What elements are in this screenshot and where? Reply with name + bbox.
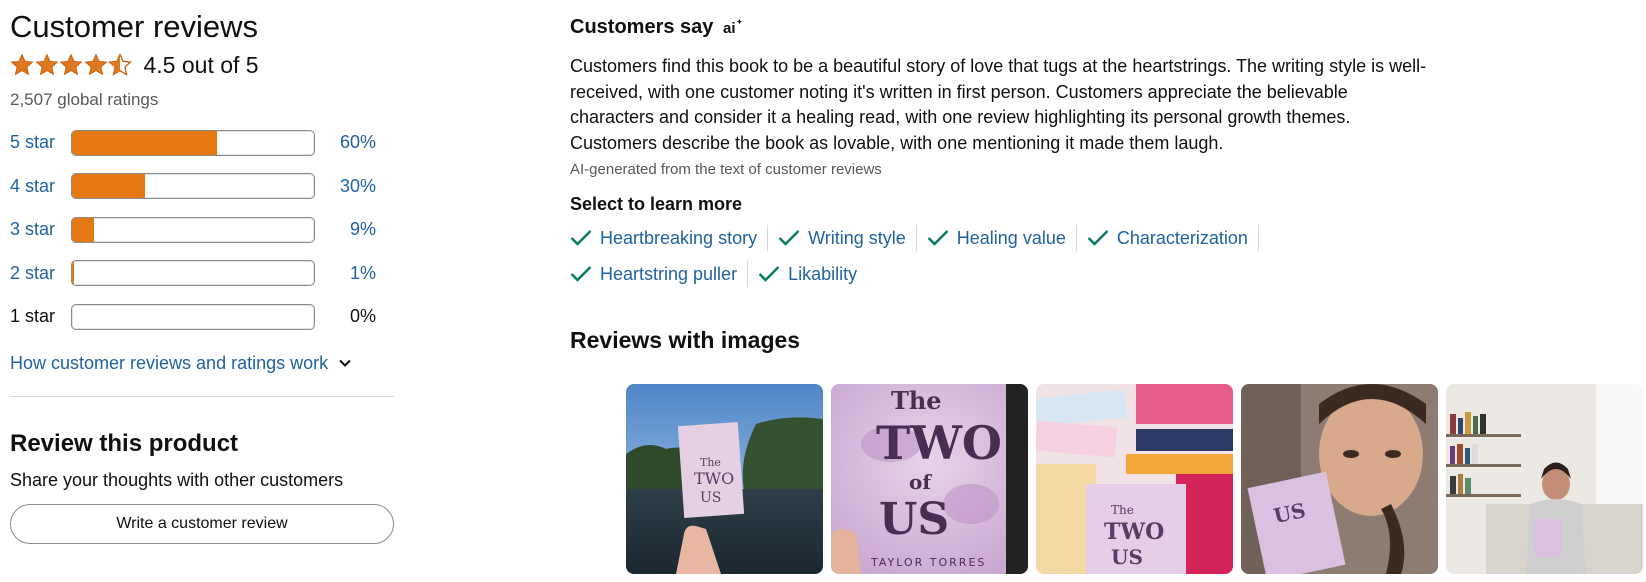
aspect-chip-label: Healing value [956,227,1066,248]
histogram-row[interactable]: 5 star 60% [10,121,394,165]
review-image-5[interactable] [1446,384,1643,574]
svg-text:The: The [1111,503,1134,517]
review-image-3[interactable]: The TWO US [1036,384,1233,574]
star-full-icon [10,53,34,76]
histogram-row[interactable]: 2 star 1% [10,252,394,296]
svg-text:US: US [879,494,949,545]
average-rating-text: 4.5 out of 5 [143,52,259,78]
average-stars [10,53,133,77]
histogram-bar [71,129,315,156]
checkmark-icon [1087,230,1109,246]
histogram-percent[interactable]: 30% [315,176,376,197]
svg-text:TAYLOR TORRES: TAYLOR TORRES [870,556,986,569]
customer-reviews-panel: Customer reviews 4.5 out of 5 2,507 glob… [10,0,394,544]
histogram-star-label[interactable]: 5 star [10,132,71,153]
aspect-chip[interactable]: Writing style [778,225,917,251]
histogram-percent[interactable]: 60% [315,132,376,153]
customers-say-heading: Customers say ai [570,14,1646,40]
histogram-percent[interactable]: 9% [315,219,376,240]
histogram-star-label[interactable]: 3 star [10,219,71,240]
svg-text:TWO: TWO [876,416,1002,470]
histogram-percent[interactable]: 1% [315,263,376,284]
reviews-with-images-title: Reviews with images [570,327,801,353]
aspect-chip-label: Writing style [808,227,906,248]
customers-say-title: Customers say [570,16,714,38]
checkmark-icon [570,266,592,282]
review-image-2[interactable]: The TWO of US TAYLOR TORRES [831,384,1028,574]
svg-text:US: US [1111,545,1143,569]
review-images-carousel: The TWO US The TWO of US TAYLOR TORRES T… [626,384,1646,574]
average-rating-row[interactable]: 4.5 out of 5 [10,51,394,79]
histogram-star-label[interactable]: 2 star [10,263,71,284]
aspect-chip[interactable]: Characterization [1087,225,1259,251]
checkmark-icon [778,230,800,246]
how-reviews-work-label: How customer reviews and ratings work [10,352,329,373]
select-to-learn-label: Select to learn more [570,194,743,214]
star-full-icon [35,53,58,76]
histogram-bar-fill [72,130,218,155]
checkmark-icon [927,230,949,246]
aspect-chip[interactable]: Heartbreaking story [570,225,769,251]
section-divider [10,395,394,397]
review-image-4[interactable]: US [1241,384,1438,574]
histogram-row[interactable]: 4 star 30% [10,165,394,209]
aspect-chip[interactable]: Healing value [927,225,1077,251]
aspect-chip-label: Characterization [1116,227,1248,248]
histogram-row[interactable]: 3 star 9% [10,208,394,252]
svg-text:ai: ai [723,20,736,37]
review-aspect-chips: Heartbreaking story Writing style Healing … [570,225,1330,297]
rating-histogram: 5 star 60% 4 star 30% 3 star 9% 2 star 1% 1 star… [10,121,394,339]
histogram-row: 1 star 0% [10,295,394,339]
aspect-chip[interactable]: Heartstring puller [570,261,749,287]
review-image-1[interactable]: The TWO US [626,384,823,574]
global-ratings-count: 2,507 global ratings [10,90,159,109]
review-product-subtitle: Share your thoughts with other customers [10,469,344,490]
histogram-star-label[interactable]: 4 star [10,176,71,197]
checkmark-icon [570,230,592,246]
svg-text:TWO: TWO [1104,519,1164,545]
chevron-down-icon [339,359,351,367]
ai-review-summary: Customers find this book to be a beautif… [570,56,1427,153]
histogram-bar-fill [72,261,75,286]
svg-text:TWO: TWO [694,469,734,488]
star-full-icon [59,53,83,76]
customer-reviews-title: Customer reviews [10,9,259,44]
review-product-title: Review this product [10,429,239,457]
histogram-bar [71,216,315,243]
ai-sparkle-icon: ai [723,19,743,37]
histogram-percent: 0% [349,306,376,327]
aspect-chip-label: Likability [788,263,858,284]
customers-say-panel: Customers say ai Customers find this boo… [570,0,1646,354]
star-half-icon [108,53,132,76]
histogram-bar-fill [72,174,145,199]
aspect-chip[interactable]: Likability [758,261,867,287]
histogram-bar-fill [72,217,94,242]
write-review-button[interactable]: Write a customer review [10,503,394,544]
checkmark-icon [758,266,780,282]
histogram-bar [71,303,315,330]
histogram-star-label: 1 star [10,306,56,327]
how-reviews-work-link[interactable]: How customer reviews and ratings work [10,353,394,374]
svg-text:of: of [909,470,932,494]
ai-generated-note: AI-generated from the text of customer r… [570,161,882,178]
aspect-chip-label: Heartstring puller [600,263,738,284]
histogram-bar [71,173,315,200]
histogram-bar [71,260,315,287]
svg-text:The: The [891,386,942,415]
aspect-chip-label: Heartbreaking story [600,227,758,248]
svg-text:The: The [700,456,721,469]
star-full-icon [84,53,107,76]
svg-text:US: US [700,490,721,506]
